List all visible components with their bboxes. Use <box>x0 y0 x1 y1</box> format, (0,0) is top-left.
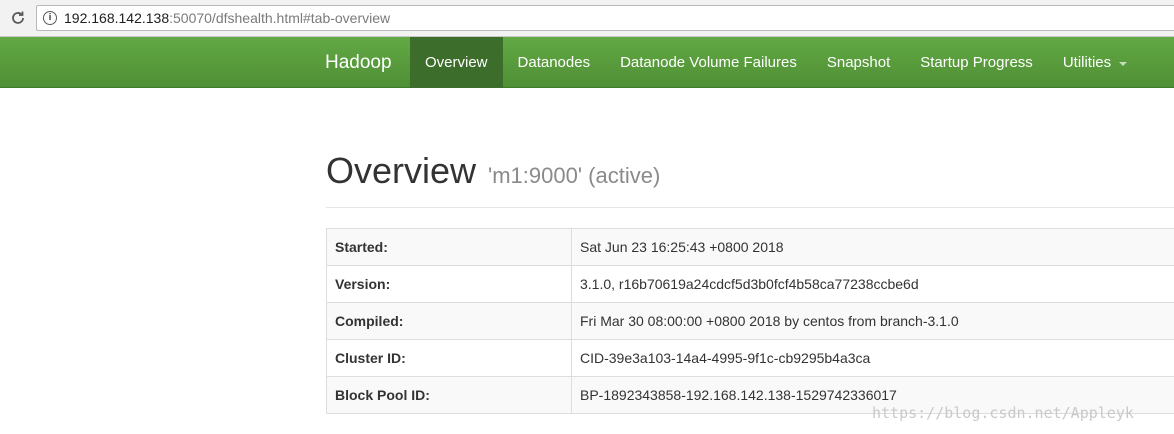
url-field[interactable]: i 192.168.142.138:50070/dfshealth.html#t… <box>36 5 1174 31</box>
row-key-cluster-id: Cluster ID: <box>326 339 572 377</box>
table-row: Started: Sat Jun 23 16:25:43 +0800 2018 <box>326 228 1174 266</box>
row-value-cluster-id: CID-39e3a103-14a4-4995-9f1c-cb9295b4a3ca <box>571 339 1174 377</box>
row-value-started: Sat Jun 23 16:25:43 +0800 2018 <box>571 228 1174 266</box>
tab-startup-progress[interactable]: Startup Progress <box>905 37 1048 88</box>
table-row: Cluster ID: CID-39e3a103-14a4-4995-9f1c-… <box>326 339 1174 377</box>
table-row: Version: 3.1.0, r16b70619a24cdcf5d3b0fcf… <box>326 265 1174 303</box>
nav-menu: Overview Datanodes Datanode Volume Failu… <box>410 37 1142 88</box>
reload-icon[interactable] <box>8 8 28 28</box>
page-title: Overview <box>326 150 477 191</box>
tab-datanodes[interactable]: Datanodes <box>503 37 606 88</box>
tab-snapshot[interactable]: Snapshot <box>812 37 905 88</box>
overview-table: Started: Sat Jun 23 16:25:43 +0800 2018 … <box>326 228 1174 414</box>
row-key-started: Started: <box>326 228 572 266</box>
top-navbar: Hadoop Overview Datanodes Datanode Volum… <box>0 37 1174 88</box>
url-path: :50070/dfshealth.html#tab-overview <box>169 10 391 26</box>
caret-down-icon <box>1119 61 1128 66</box>
row-value-compiled: Fri Mar 30 08:00:00 +0800 2018 by centos… <box>571 302 1174 340</box>
page-subtitle: 'm1:9000' (active) <box>488 163 661 188</box>
row-value-version: 3.1.0, r16b70619a24cdcf5d3b0fcf4b58ca772… <box>571 265 1174 303</box>
watermark-text: https://blog.csdn.net/Appleyk <box>872 404 1134 422</box>
brand-link[interactable]: Hadoop <box>310 37 407 88</box>
browser-address-bar: i 192.168.142.138:50070/dfshealth.html#t… <box>0 0 1174 37</box>
tab-utilities-label: Utilities <box>1062 54 1112 71</box>
tab-overview[interactable]: Overview <box>410 37 503 88</box>
row-key-compiled: Compiled: <box>326 302 572 340</box>
header-divider <box>326 207 1174 208</box>
row-key-block-pool-id: Block Pool ID: <box>326 376 572 414</box>
row-key-version: Version: <box>326 265 572 303</box>
page-header: Overview 'm1:9000' (active) <box>326 150 1174 192</box>
info-icon[interactable]: i <box>43 11 57 25</box>
tab-utilities-dropdown[interactable]: Utilities <box>1048 37 1142 88</box>
tab-datanode-volume-failures[interactable]: Datanode Volume Failures <box>605 37 812 88</box>
table-row: Compiled: Fri Mar 30 08:00:00 +0800 2018… <box>326 302 1174 340</box>
url-host: 192.168.142.138 <box>64 10 170 26</box>
